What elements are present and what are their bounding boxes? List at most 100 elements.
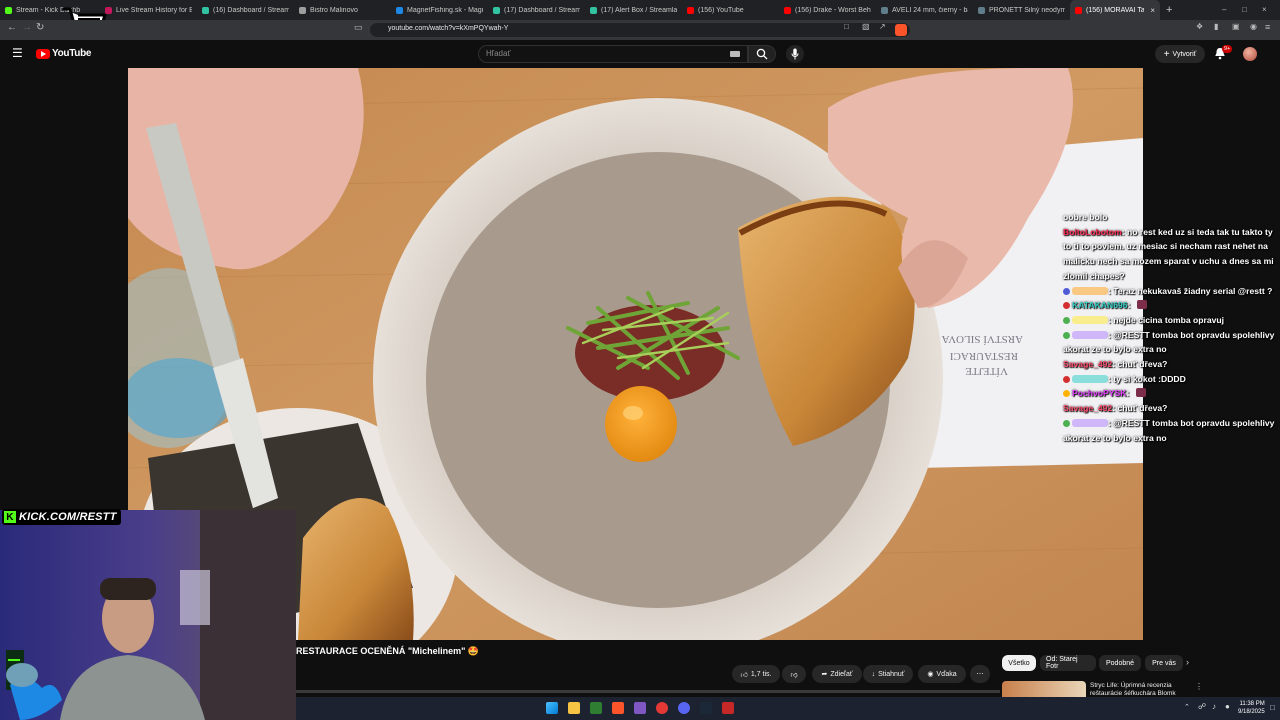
app-icon[interactable] <box>722 702 734 714</box>
windows-start-icon[interactable] <box>546 702 558 714</box>
tab-favicon-icon <box>978 6 985 14</box>
discord-icon[interactable] <box>678 702 690 714</box>
vpn-icon[interactable]: ◉ <box>1250 22 1257 31</box>
more-actions-button[interactable]: ⋯ <box>970 665 990 683</box>
video-title: RESTAURACE OCENĚNÁ "Michelinem" 🤩 <box>296 646 480 656</box>
cast-icon[interactable]: □ <box>844 22 849 31</box>
taskbar-clock[interactable]: 11:38 PM 9/18/2025 <box>1238 700 1265 716</box>
thanks-label: Vďaka <box>936 670 957 678</box>
chat-username-blurred <box>1072 286 1108 295</box>
recommended-video-title[interactable]: Stryc Life: Úprimná recenzia reštaurácie… <box>1090 682 1190 698</box>
windows-taskbar <box>296 697 1280 720</box>
browser-tab[interactable]: (16) Dashboard / Streamlab <box>197 0 294 20</box>
browser-tab[interactable]: Live Stream History for Ble <box>100 0 197 20</box>
wallet-icon[interactable]: ▣ <box>1232 22 1240 31</box>
chat-message: BoltoLobotom: no rest ked uz si teda tak… <box>1063 225 1279 284</box>
tab-title: PRONETT Silný neodymov <box>989 6 1065 14</box>
steam-icon[interactable] <box>700 702 712 714</box>
tab-close-icon[interactable]: × <box>1150 6 1155 15</box>
reload-icon[interactable]: ↻ <box>36 22 44 33</box>
browser-menu-icon[interactable]: ≡ <box>1265 22 1270 32</box>
svg-text:VÍTEJTE: VÍTEJTE <box>965 365 1008 377</box>
excel-icon[interactable] <box>590 702 602 714</box>
new-tab-button[interactable]: + <box>1166 4 1172 16</box>
mic-tray-icon[interactable]: ● <box>1225 702 1230 711</box>
youtube-logo-icon[interactable] <box>36 49 50 59</box>
chat-text: chuť dřeva? <box>1117 359 1168 370</box>
network-icon[interactable]: ☍ <box>1198 702 1206 711</box>
browser-tab[interactable]: MagnetFishing.sk - Magne <box>391 0 488 20</box>
back-icon[interactable]: ← <box>7 22 17 33</box>
chat-message: oobre bolo <box>1063 210 1279 225</box>
chat-username-blurred <box>1072 315 1108 324</box>
chrome-icon[interactable] <box>656 702 668 714</box>
minimize-window-icon[interactable]: – <box>1222 5 1226 14</box>
maximize-window-icon[interactable]: □ <box>1242 5 1247 14</box>
browser-tab[interactable]: (17) Alert Box / Streamlabs <box>585 0 682 20</box>
thanks-button[interactable]: ◉ Vďaka <box>918 665 966 683</box>
filter-chip[interactable]: Pre vás <box>1145 655 1183 671</box>
bookmark-icon[interactable]: ▭ <box>354 22 363 33</box>
browser-tab[interactable]: (156) Drake - Worst Behav <box>779 0 876 20</box>
svg-text:RESTAURACI: RESTAURACI <box>949 350 1018 362</box>
chat-message: : nejde cicina tomba opravuj <box>1063 313 1279 328</box>
like-button[interactable]: 👍︎ 1,7 tis. <box>732 665 780 683</box>
chat-username: Savage_492 <box>1063 359 1113 370</box>
url-text[interactable]: youtube.com/watch?v=kXmPQYwah-Y <box>388 25 508 32</box>
extensions-icon[interactable]: ❖ <box>1196 22 1203 31</box>
chat-message: PochvoPYSK: <box>1063 386 1279 401</box>
browser-tab[interactable]: AVELI 24 mm, čierny - balen <box>876 0 973 20</box>
recommended-more-icon[interactable]: ⋮ <box>1195 682 1203 691</box>
sidebar-icon[interactable]: ▮ <box>1214 22 1218 31</box>
microphone-icon <box>791 48 799 60</box>
translate-icon[interactable]: ▧ <box>862 22 870 31</box>
tab-favicon-icon <box>784 6 791 14</box>
notification-count-badge: 9+ <box>1222 45 1233 53</box>
brave-shield-icon[interactable] <box>895 24 907 36</box>
account-avatar[interactable] <box>1243 47 1257 61</box>
keyboard-icon[interactable] <box>730 51 740 57</box>
chat-message: KATAKAN696: <box>1063 298 1279 313</box>
browser-tab[interactable]: (17) Dashboard / Streamlab <box>488 0 585 20</box>
youtube-logo-text[interactable]: YouTube <box>52 48 92 59</box>
share-label: Zdieľať <box>830 670 853 678</box>
share-button[interactable]: ➦ Zdieľať <box>812 665 862 683</box>
browser-tab[interactable]: PRONETT Silný neodymov <box>973 0 1070 20</box>
chat-text: nejde cicina tomba opravuj <box>1113 314 1225 325</box>
create-button[interactable]: + Vytvoriť <box>1155 45 1205 63</box>
search-placeholder: Hľadať <box>486 49 511 58</box>
browser-tab[interactable]: Bistro Malinovo <box>294 0 391 20</box>
filter-chip[interactable]: Od: Starej Fotr <box>1040 655 1096 671</box>
brave-browser-icon[interactable] <box>612 702 624 714</box>
share-icon[interactable]: ↗ <box>879 22 886 31</box>
chat-username: PochvoPYSK <box>1072 388 1127 399</box>
browser-tab-strip: Stream - Kick Dashb Live Stream History f… <box>0 0 1280 20</box>
like-count: 1,7 tis. <box>750 670 772 678</box>
notifications-tray-icon[interactable]: □ <box>1270 703 1275 712</box>
dislike-button[interactable]: 👎︎ <box>782 665 806 683</box>
download-button[interactable]: ↓ Stiahnuť <box>863 665 913 683</box>
filter-chip[interactable]: Všetko <box>1002 655 1036 671</box>
close-window-icon[interactable]: × <box>1262 5 1267 14</box>
thanks-icon: ◉ <box>927 671 934 678</box>
volume-icon[interactable]: ♪ <box>1212 702 1216 711</box>
forward-icon[interactable]: → <box>22 22 32 33</box>
thumbs-down-icon: 👎︎ <box>790 671 798 679</box>
browser-tab[interactable]: (156) YouTube <box>682 0 779 20</box>
video-progress-bar[interactable] <box>296 690 1000 693</box>
chips-next-icon[interactable]: › <box>1186 657 1189 667</box>
search-input[interactable] <box>478 45 748 63</box>
file-explorer-icon[interactable] <box>568 702 580 714</box>
hamburger-menu-icon[interactable]: ☰ <box>12 46 23 60</box>
browser-tab[interactable]: (156) MORAVAI Tal × <box>1070 0 1160 20</box>
tray-chevron-icon[interactable]: ⌃ <box>1184 703 1190 711</box>
kick-channel-label: K KICK.COM/RESTT <box>2 509 121 525</box>
chat-emote-icon <box>1135 388 1146 398</box>
chat-badge-icon <box>1063 390 1070 398</box>
streaming-app-icon[interactable] <box>634 702 646 714</box>
tab-title: (156) MORAVAI Tal <box>1086 6 1145 14</box>
tab-favicon-icon <box>687 6 694 14</box>
chat-text: oobre bolo <box>1063 212 1108 222</box>
download-icon: ↓ <box>871 670 876 678</box>
filter-chip[interactable]: Podobné <box>1099 655 1141 671</box>
